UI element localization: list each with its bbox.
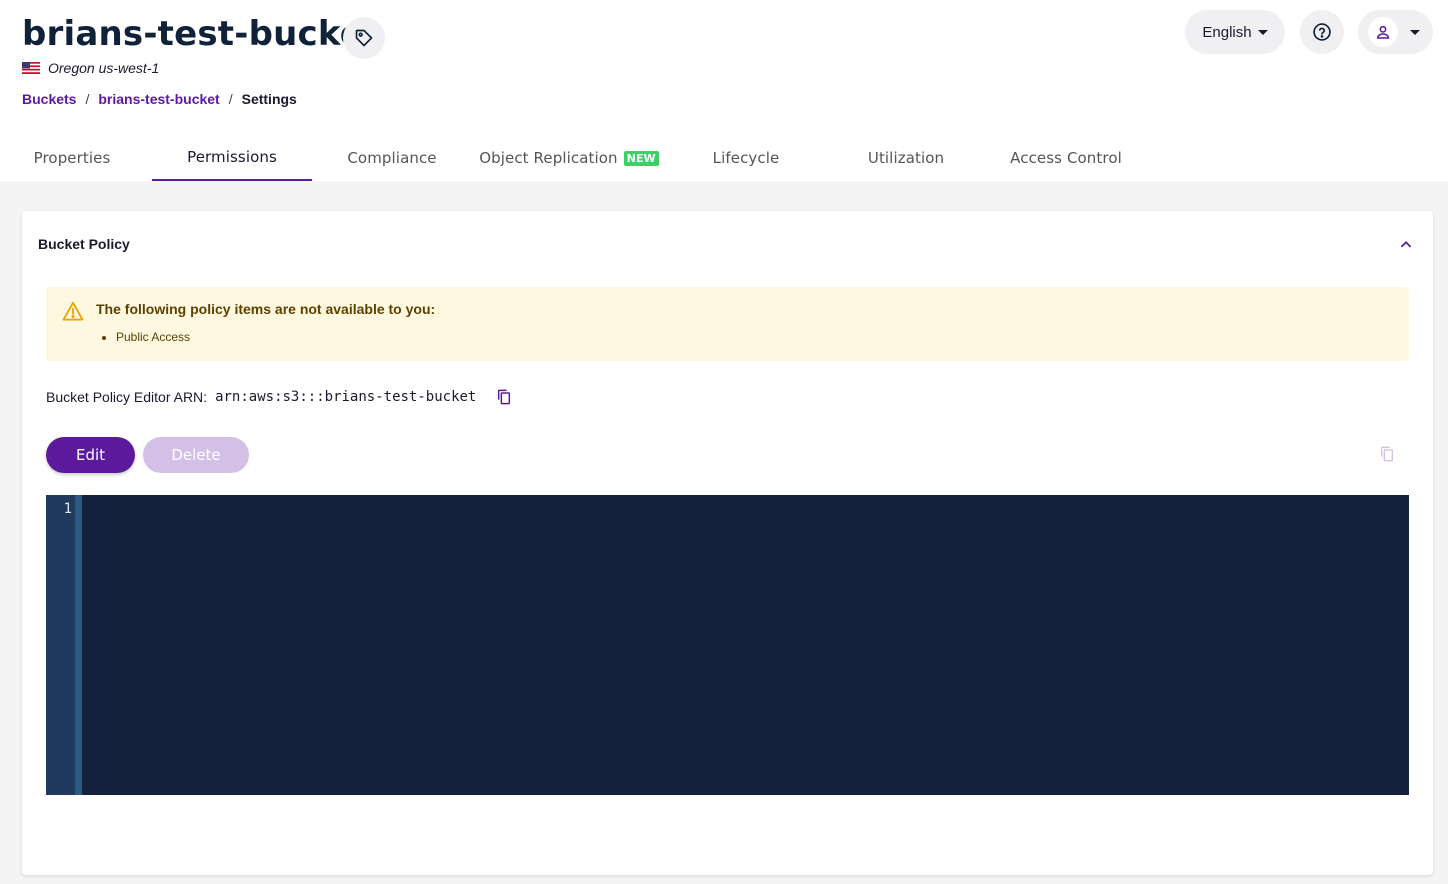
copy-icon [1381,446,1393,462]
settings-tabs: Properties Permissions Compliance Object… [0,135,1448,181]
policy-code-editor[interactable]: 1 [46,495,1409,795]
region-label: Oregon us-west-1 [22,60,159,76]
breadcrumb: Buckets / brians-test-bucket / Settings [22,91,297,107]
chevron-down-icon [1257,29,1268,35]
editor-gutter: 1 [46,495,75,795]
panel-title: Bucket Policy [38,236,130,252]
page-title: brians-test-bucket [22,14,380,54]
tab-utilization[interactable]: Utilization [826,135,986,181]
arn-label: Bucket Policy Editor ARN: [46,389,208,405]
warning-list: Public Access [116,330,190,344]
help-icon [1313,23,1331,41]
tab-label: Object Replication [479,149,618,167]
tab-lifecycle[interactable]: Lifecycle [666,135,826,181]
copy-arn-button[interactable] [496,389,512,405]
breadcrumb-current: Settings [241,91,297,107]
tag-icon [355,29,373,47]
warning-item: Public Access [116,330,190,344]
breadcrumb-buckets[interactable]: Buckets [22,91,76,107]
user-icon [1376,25,1390,39]
tab-object-replication[interactable]: Object Replication NEW [469,135,669,181]
arn-row: Bucket Policy Editor ARN: arn:aws:s3:::b… [46,389,512,405]
language-selector[interactable]: English [1185,10,1285,54]
arn-value: arn:aws:s3:::brians-test-bucket [215,389,477,405]
avatar [1368,17,1398,47]
page-header: brians-test-bucket Oregon us-west-1 Buck… [0,0,1448,181]
line-number: 1 [63,501,72,517]
tab-compliance[interactable]: Compliance [312,135,472,181]
warning-title: The following policy items are not avail… [96,301,436,317]
region-text: Oregon us-west-1 [48,60,160,76]
delete-button: Delete [143,437,249,473]
edit-button[interactable]: Edit [46,437,135,473]
copy-policy-button[interactable] [1379,446,1395,467]
warning-icon [62,301,84,321]
help-button[interactable] [1300,10,1344,54]
new-badge: NEW [623,150,659,166]
chevron-down-icon [1410,29,1420,35]
us-flag-icon [22,62,40,74]
tag-button[interactable] [343,17,385,59]
breadcrumb-separator: / [85,91,90,107]
breadcrumb-separator: / [228,91,233,107]
chevron-up-icon [1401,241,1411,248]
breadcrumb-bucket[interactable]: brians-test-bucket [98,91,219,107]
tab-permissions[interactable]: Permissions [152,135,312,181]
editor-gutter-divider [75,495,82,795]
collapse-button[interactable] [1396,234,1416,254]
tab-access-control[interactable]: Access Control [986,135,1146,181]
user-menu[interactable] [1358,10,1433,54]
tab-properties[interactable]: Properties [0,135,152,181]
bucket-policy-panel: Bucket Policy The following policy items… [22,211,1433,875]
language-label: English [1202,23,1252,41]
warning-alert: The following policy items are not avail… [46,287,1409,361]
copy-icon [498,389,511,405]
